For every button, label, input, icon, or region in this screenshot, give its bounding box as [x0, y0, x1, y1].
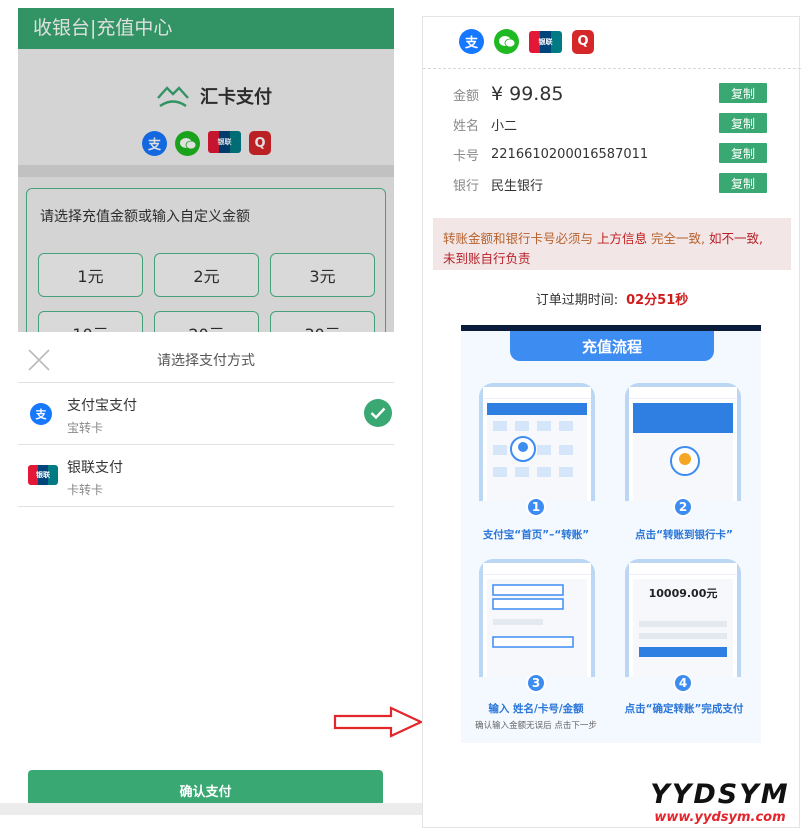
option-sub: 卡转卡 [67, 483, 104, 497]
card-number-value: 2216610200016587011 [491, 146, 649, 162]
warning-emphasis: 如不一致, [708, 231, 763, 246]
expire-timer: 订单过期时间: 02分51秒 [423, 289, 801, 308]
phone-mockup: 10009.00元 [625, 559, 741, 677]
info-label: 银行 [453, 178, 480, 194]
alipay-icon: 支 [459, 29, 484, 54]
step-caption: 点击“确定转账”完成支付 [624, 703, 744, 715]
transfer-info-panel: 支 银联 Q 金额 ¥ 99.85 复制 姓名 小二 复制 卡号 2216610… [422, 16, 801, 828]
step-subcaption: 确认输入金额无误后 点击下一步 [475, 721, 597, 731]
modal-overlay[interactable] [18, 8, 394, 332]
option-sub: 宝转卡 [67, 421, 104, 435]
copy-button[interactable]: 复制 [719, 143, 767, 163]
info-label: 姓名 [453, 118, 480, 134]
info-row-name: 姓名 小二 复制 [453, 113, 783, 135]
warning-emphasis: 未到账自行负责 [443, 251, 531, 266]
bottom-scrollbar[interactable] [0, 803, 424, 815]
watermark-url: www.yydsym.com [654, 810, 786, 825]
flow-title: 充值流程 [510, 331, 714, 361]
copy-button[interactable]: 复制 [719, 113, 767, 133]
alipay-icon: 支 [30, 403, 52, 425]
warning-text: 转账金额和银行卡号必须与 [443, 231, 594, 246]
sheet-header: 请选择支付方式 [18, 332, 394, 383]
name-value: 小二 [491, 118, 518, 134]
step-number: 3 [526, 673, 546, 693]
qqpay-icon: Q [572, 29, 594, 54]
step-number: 1 [526, 497, 546, 517]
copy-button[interactable]: 复制 [719, 173, 767, 193]
wechat-icon [494, 29, 519, 54]
payment-option-alipay[interactable]: 支 支付宝支付 宝转卡 [18, 383, 394, 445]
phone-amount: 10009.00元 [648, 587, 718, 600]
warning-emphasis: 上方信息 [597, 231, 648, 246]
phone-mockup [625, 383, 741, 501]
expire-label: 订单过期时间: [535, 293, 619, 308]
option-name: 银联支付 [67, 460, 123, 476]
sheet-title: 请选择支付方式 [157, 353, 255, 369]
step-number: 4 [673, 673, 693, 693]
payment-option-unionpay[interactable]: 银联 银联支付 卡转卡 [18, 445, 394, 507]
watermark-title: YYDSYM [650, 779, 790, 810]
phone-mockup [479, 383, 595, 501]
payment-method-sheet: 请选择支付方式 支 支付宝支付 宝转卡 银联 银联支付 卡转卡 [18, 332, 394, 828]
info-row-card: 卡号 2216610200016587011 复制 [453, 143, 783, 165]
info-row-amount: 金额 ¥ 99.85 复制 [453, 83, 783, 105]
bank-value: 民生银行 [491, 178, 544, 194]
step-number: 2 [673, 497, 693, 517]
warning-text: 完全一致, [651, 231, 705, 246]
info-label: 卡号 [453, 148, 480, 164]
expire-time: 02分51秒 [626, 293, 689, 308]
unionpay-icon: 银联 [529, 30, 562, 53]
payment-icons: 支 银联 Q [459, 29, 594, 54]
copy-button[interactable]: 复制 [719, 83, 767, 103]
unionpay-icon: 银联 [28, 465, 58, 485]
red-arrow-icon [333, 706, 424, 738]
amount-value: ¥ 99.85 [491, 83, 564, 105]
phone-mockup [479, 559, 595, 677]
cashier-panel: 收银台|充值中心 汇卡支付 支 银联 Q 请选择充值金额或输入自定义金额 1元 … [18, 8, 394, 828]
watermark: YYDSYM www.yydsym.com [640, 780, 800, 828]
check-icon [364, 399, 392, 427]
divider [423, 68, 801, 69]
step-caption: 点击“转账到银行卡” [635, 529, 733, 541]
step-caption: 支付宝“首页”–“转账” [482, 529, 590, 541]
warning-notice: 转账金额和银行卡号必须与 上方信息 完全一致, 如不一致, 未到账自行负责 [433, 218, 791, 270]
step-caption: 输入 姓名/卡号/金额 [488, 703, 584, 715]
info-row-bank: 银行 民生银行 复制 [453, 173, 783, 195]
option-name: 支付宝支付 [67, 398, 137, 414]
info-label: 金额 [453, 88, 480, 104]
recharge-flow-guide: 充值流程 1 支付宝“首页”–“转账” 2 点击“转账到银行卡” 3 输入 姓名… [461, 325, 761, 743]
